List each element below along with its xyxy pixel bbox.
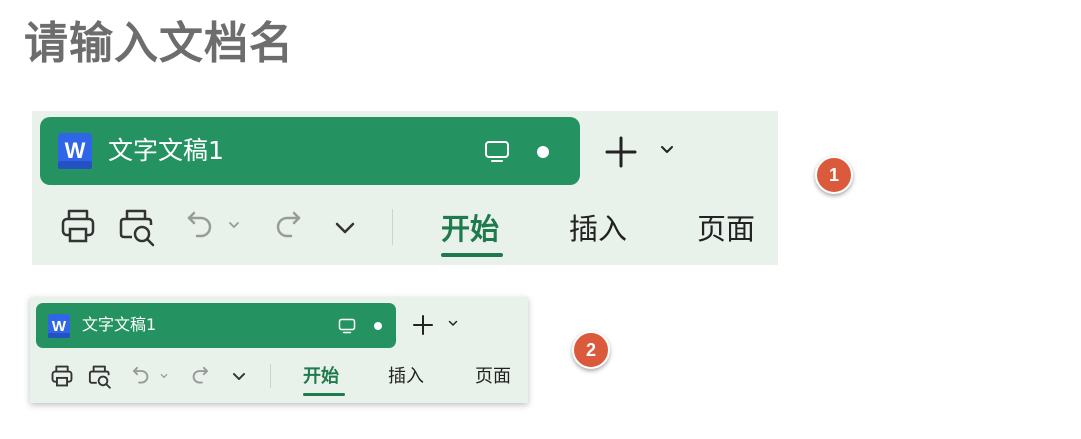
undo-menu-icon[interactable] [228,221,240,229]
tab-insert[interactable]: 插入 [569,209,627,249]
toolbar-small: W 文字文稿1 开始 插入 页面 [30,297,528,403]
toolbar-divider [270,364,271,388]
printer-icon[interactable] [50,364,74,388]
step-badge-2: 2 [572,331,610,369]
document-title: 文字文稿1 [108,136,224,165]
step-badge-1: 1 [815,156,853,194]
active-tab-indicator [303,393,345,396]
wps-writer-icon: W [48,314,70,338]
tab-home[interactable]: 开始 [441,209,499,249]
toolbar-large: W 文字文稿1 开始 插入 页面 [32,111,778,265]
unsaved-dot [537,146,549,158]
print-preview-icon[interactable] [118,207,158,247]
document-tab[interactable]: W 文字文稿1 [36,303,396,348]
toolbar-divider [392,209,393,245]
undo-icon[interactable] [132,364,150,387]
monitor-icon[interactable] [484,140,510,164]
printer-icon[interactable] [60,207,96,245]
page-title: 请输入文档名 [24,18,294,69]
document-title: 文字文稿1 [82,315,157,334]
redo-icon[interactable] [191,364,209,387]
undo-icon[interactable] [186,207,214,243]
unsaved-dot [374,322,382,330]
plus-icon[interactable] [604,135,638,169]
more-chevron-icon[interactable] [232,372,246,381]
tab-home[interactable]: 开始 [303,364,339,390]
more-chevron-icon[interactable] [334,221,356,235]
document-tab[interactable]: W 文字文稿1 [40,117,580,185]
tab-page[interactable]: 页面 [475,364,511,390]
chevron-down-icon[interactable] [448,320,458,327]
tab-insert[interactable]: 插入 [388,364,424,390]
active-tab-indicator [441,253,503,257]
monitor-icon[interactable] [338,318,356,334]
redo-icon[interactable] [274,207,302,243]
wps-writer-icon: W [58,133,92,169]
plus-icon[interactable] [412,314,434,336]
svg-text:W: W [52,318,67,335]
tab-page[interactable]: 页面 [697,209,755,249]
print-preview-icon[interactable] [88,364,113,389]
undo-menu-icon[interactable] [160,373,168,379]
svg-text:W: W [65,138,86,163]
chevron-down-icon[interactable] [660,145,674,155]
